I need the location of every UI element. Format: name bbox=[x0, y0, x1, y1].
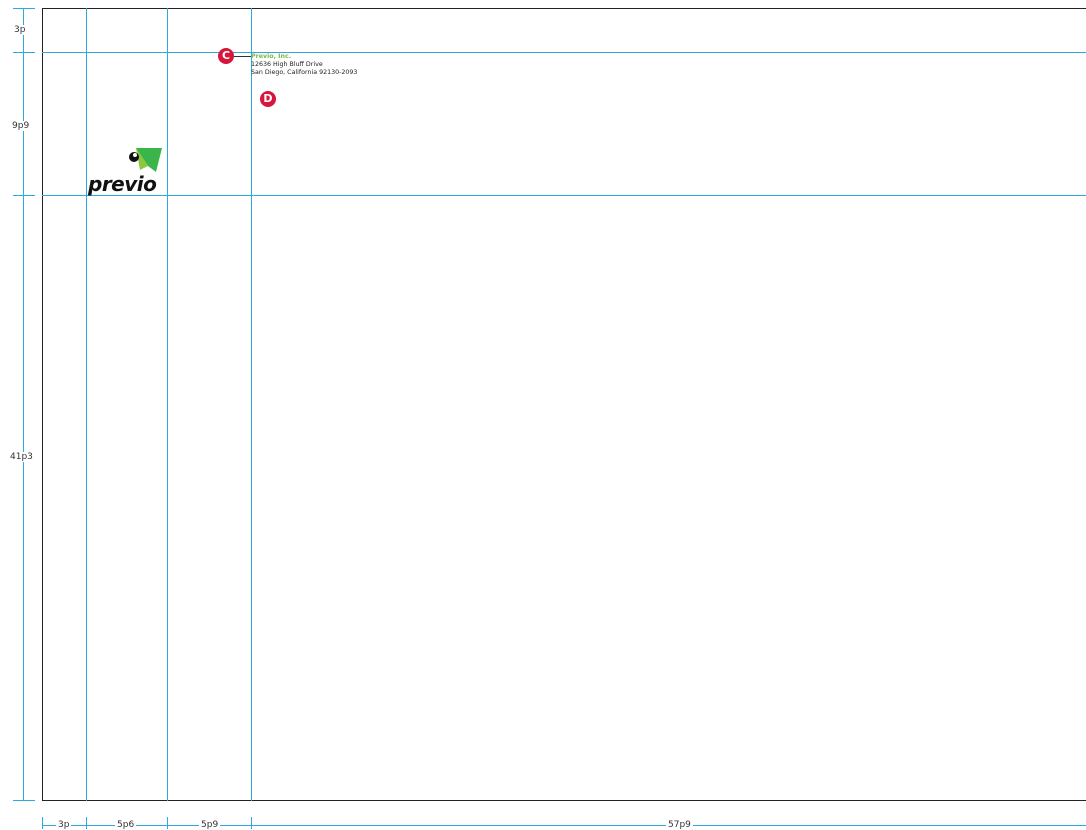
guide-horizontal-1 bbox=[42, 52, 1086, 53]
logo-wordmark: previo bbox=[88, 172, 157, 196]
company-name: Previo, Inc. bbox=[251, 53, 292, 60]
dimension-tick bbox=[13, 195, 35, 196]
city-state-zip: San Diego, California 92130-2093 bbox=[251, 69, 358, 76]
dimension-tick bbox=[167, 817, 168, 829]
page-outline bbox=[42, 8, 1086, 801]
dimension-tick bbox=[13, 8, 35, 9]
dimension-label-content-width: 57p9 bbox=[666, 820, 693, 830]
guide-vertical-1 bbox=[86, 8, 87, 801]
dimension-tick bbox=[13, 800, 35, 801]
address-block: Previo, Inc. 12636 High Bluff Drive San … bbox=[251, 53, 357, 77]
callout-marker-d: D bbox=[260, 91, 276, 107]
dimension-label-column-2: 5p9 bbox=[199, 820, 221, 830]
street-address: 12636 High Bluff Drive bbox=[251, 61, 323, 68]
dimension-label-header-height: 9p9 bbox=[10, 121, 32, 131]
previo-logo: previo bbox=[88, 146, 170, 196]
dimension-label-top-margin: 3p bbox=[12, 25, 28, 35]
guide-vertical-3 bbox=[251, 8, 252, 801]
guide-horizontal-2 bbox=[42, 195, 1086, 196]
dimension-label-body-height: 41p3 bbox=[8, 452, 35, 462]
dimension-tick bbox=[42, 817, 43, 829]
guide-vertical-2 bbox=[167, 8, 168, 801]
dimension-label-column-1: 5p6 bbox=[115, 820, 137, 830]
callout-leader-c bbox=[234, 56, 251, 57]
dimension-label-left-margin: 3p bbox=[56, 820, 72, 830]
dimension-tick bbox=[251, 817, 252, 829]
dimension-tick bbox=[86, 817, 87, 829]
dimension-tick bbox=[13, 52, 35, 53]
callout-marker-c: C bbox=[218, 48, 234, 64]
